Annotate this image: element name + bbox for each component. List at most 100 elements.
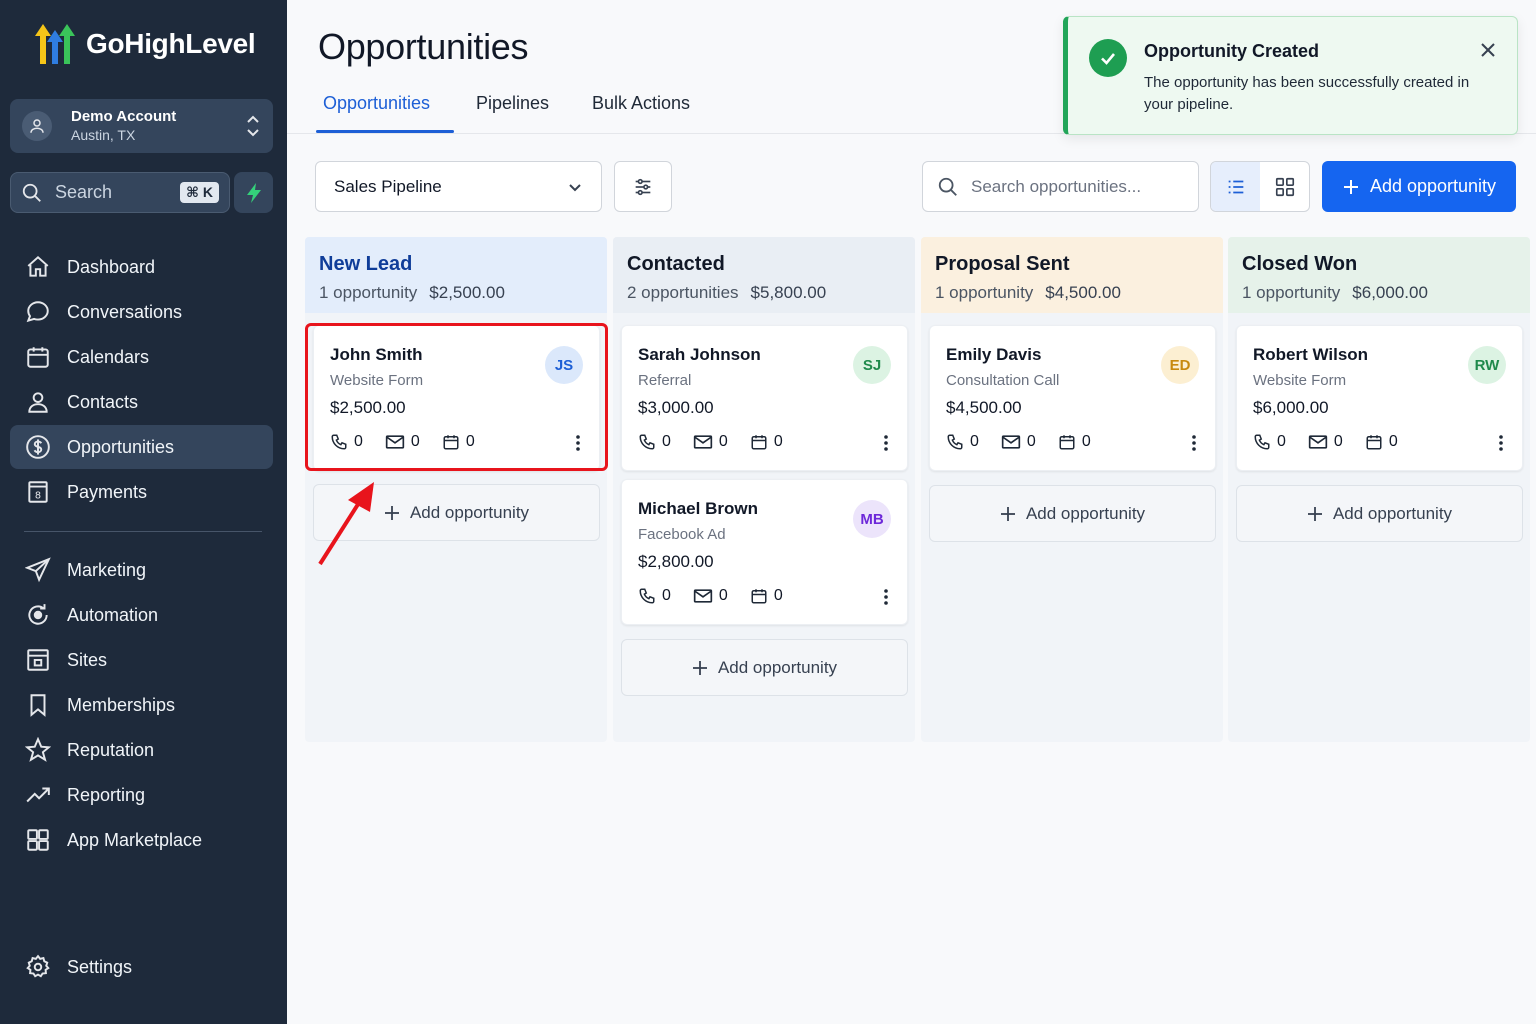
- nav-label: Marketing: [67, 559, 147, 580]
- stage-count: 1 opportunity: [319, 283, 418, 302]
- brand-name: GoHighLevel: [86, 28, 256, 59]
- account-switcher[interactable]: Demo Account Austin, TX: [10, 99, 273, 153]
- grid-view-button[interactable]: [1260, 162, 1309, 211]
- tab-pipelines[interactable]: Pipelines: [476, 93, 549, 114]
- nav-dashboard[interactable]: Dashboard: [10, 245, 273, 289]
- list-view-button[interactable]: [1211, 162, 1260, 211]
- nav-label: Memberships: [67, 694, 176, 715]
- search-label: Search: [55, 182, 113, 202]
- stage-count: 2 opportunities: [627, 283, 739, 302]
- sidebar: GoHighLevel Demo Account Austin, TX Sear…: [0, 0, 287, 1024]
- nav-app-marketplace[interactable]: App Marketplace: [10, 818, 273, 862]
- nav-calendars[interactable]: Calendars: [10, 335, 273, 379]
- card-calls[interactable]: 0: [638, 587, 671, 605]
- close-icon[interactable]: [1479, 41, 1497, 59]
- calendar-icon: [1059, 435, 1075, 450]
- card-calls[interactable]: 0: [638, 433, 671, 451]
- card-emails[interactable]: 0: [693, 587, 728, 605]
- phone-icon: [639, 434, 655, 450]
- nav-divider: [24, 531, 262, 532]
- card-events[interactable]: 0: [1365, 433, 1398, 451]
- sites-icon: [24, 646, 52, 674]
- nav-sites[interactable]: Sites: [10, 638, 273, 682]
- nav-label: Contacts: [67, 391, 139, 412]
- opportunity-card[interactable]: Sarah Johnson Referral $3,000.00 SJ 0 0 …: [621, 325, 908, 471]
- stage-header: New Lead 1 opportunity $2,500.00: [305, 237, 607, 313]
- card-emails[interactable]: 0: [693, 433, 728, 451]
- tab-bulk-actions[interactable]: Bulk Actions: [592, 93, 690, 114]
- stage-title: Closed Won: [1242, 253, 1358, 275]
- quick-actions-button[interactable]: [234, 172, 273, 213]
- brand-logo[interactable]: GoHighLevel: [32, 22, 256, 66]
- nav-reporting[interactable]: Reporting: [10, 773, 273, 817]
- filter-button[interactable]: [614, 161, 672, 212]
- plus-icon: [1343, 179, 1358, 194]
- tab-opportunities[interactable]: Opportunities: [323, 93, 430, 114]
- plus-icon: [692, 660, 707, 675]
- nav-contacts[interactable]: Contacts: [10, 380, 273, 424]
- card-calls[interactable]: 0: [1253, 433, 1286, 451]
- avatar: MB: [853, 500, 891, 538]
- card-emails[interactable]: 0: [1001, 433, 1036, 451]
- nav-payments[interactable]: 8 Payments: [10, 470, 273, 514]
- opportunity-card[interactable]: Robert Wilson Website Form $6,000.00 RW …: [1236, 325, 1523, 471]
- nav-conversations[interactable]: Conversations: [10, 290, 273, 334]
- nav-reputation[interactable]: Reputation: [10, 728, 273, 772]
- home-icon: [24, 253, 52, 281]
- annotation-arrow-icon: [318, 482, 374, 566]
- plus-icon: [384, 505, 399, 520]
- more-vertical-icon[interactable]: [1498, 434, 1504, 452]
- success-toast: Opportunity Created The opportunity has …: [1063, 16, 1518, 135]
- more-vertical-icon[interactable]: [883, 434, 889, 452]
- add-opportunity-card-button[interactable]: Add opportunity: [621, 639, 908, 696]
- plus-icon: [1307, 506, 1322, 521]
- nav-opportunities[interactable]: Opportunities: [10, 425, 273, 469]
- trend-icon: [24, 781, 52, 809]
- sliders-icon: [635, 178, 651, 195]
- calendar-icon: [751, 589, 767, 604]
- card-events[interactable]: 0: [750, 433, 783, 451]
- search-icon: [938, 177, 957, 196]
- card-emails[interactable]: 0: [1308, 433, 1343, 451]
- svg-text:8: 8: [35, 491, 41, 502]
- add-opportunity-card-button[interactable]: Add opportunity: [929, 485, 1216, 542]
- mail-icon: [1308, 435, 1328, 449]
- search-input[interactable]: [971, 176, 1181, 197]
- card-calls[interactable]: 0: [946, 433, 979, 451]
- opportunity-search[interactable]: [922, 161, 1199, 212]
- nav-label: App Marketplace: [67, 829, 203, 850]
- person-icon: [24, 388, 52, 416]
- nav-automation[interactable]: Automation: [10, 593, 273, 637]
- add-opportunity-button[interactable]: Add opportunity: [1322, 161, 1516, 212]
- chevron-updown-icon: [247, 115, 259, 137]
- active-tab-indicator: [316, 130, 454, 133]
- card-events[interactable]: 0: [750, 587, 783, 605]
- mail-icon: [693, 435, 713, 449]
- avatar: RW: [1468, 346, 1506, 384]
- more-vertical-icon[interactable]: [883, 588, 889, 606]
- opportunity-card[interactable]: Michael Brown Facebook Ad $2,800.00 MB 0…: [621, 479, 908, 625]
- add-opportunity-card-button[interactable]: Add opportunity: [1236, 485, 1523, 542]
- sidebar-search[interactable]: Search ⌘ K: [10, 172, 230, 213]
- phone-icon: [639, 588, 655, 604]
- chevron-down-icon: [569, 183, 581, 191]
- stage-count: 1 opportunity: [1242, 283, 1341, 302]
- nav-label: Opportunities: [67, 436, 175, 457]
- more-vertical-icon[interactable]: [1191, 434, 1197, 452]
- nav-label: Automation: [67, 604, 159, 625]
- nav-memberships[interactable]: Memberships: [10, 683, 273, 727]
- nav-label: Settings: [67, 956, 133, 977]
- pipeline-select[interactable]: Sales Pipeline: [315, 161, 602, 212]
- nav-label: Conversations: [67, 301, 183, 322]
- avatar: ED: [1161, 346, 1199, 384]
- opportunity-card[interactable]: Emily Davis Consultation Call $4,500.00 …: [929, 325, 1216, 471]
- chat-icon: [24, 298, 52, 326]
- card-value: $6,000.00: [1253, 398, 1329, 417]
- stage-column-contacted: Contacted 2 opportunities $5,800.00 Sarah…: [613, 237, 915, 742]
- nav-settings[interactable]: Settings: [10, 945, 273, 989]
- mail-icon: [1001, 435, 1021, 449]
- phone-icon: [1254, 434, 1270, 450]
- nav-marketing[interactable]: Marketing: [10, 548, 273, 592]
- card-events[interactable]: 0: [1058, 433, 1091, 451]
- grid-icon: [1275, 177, 1294, 196]
